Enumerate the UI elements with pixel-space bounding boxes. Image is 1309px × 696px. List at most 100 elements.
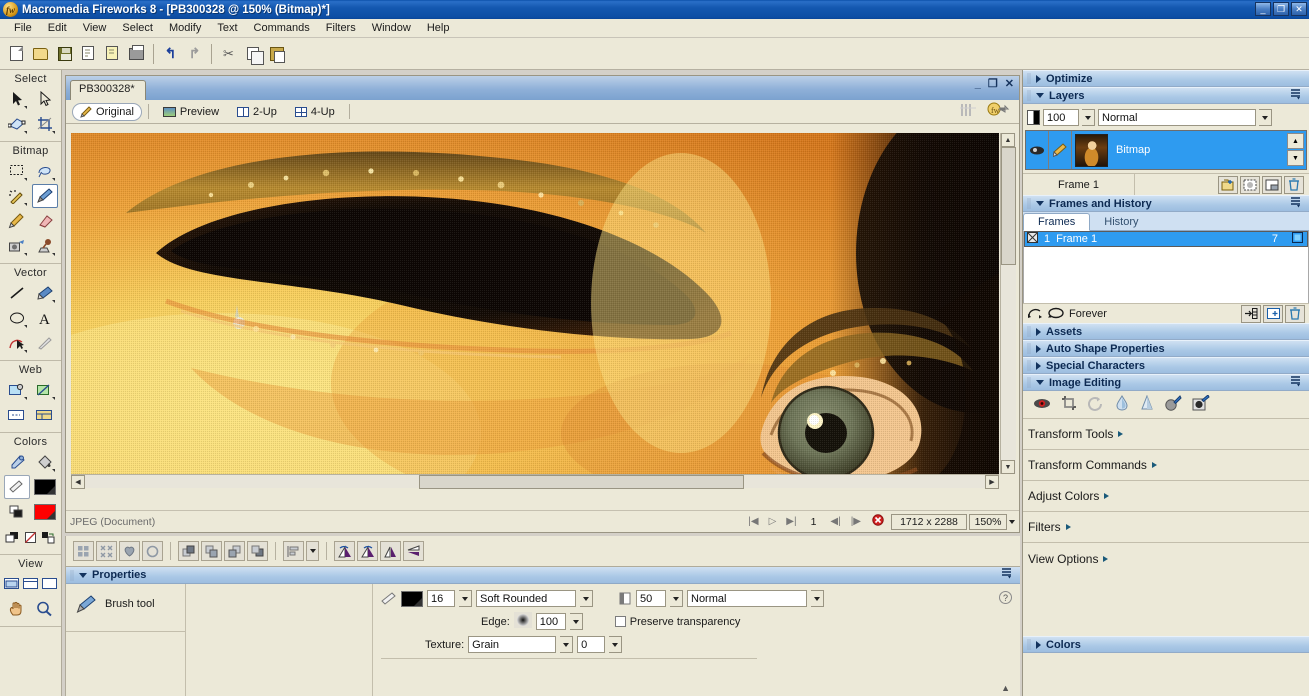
full-screen-menus-button[interactable] bbox=[22, 572, 40, 596]
first-frame-button[interactable]: |◀ bbox=[744, 516, 762, 527]
stroke-category-dropdown-arrow[interactable] bbox=[580, 590, 593, 607]
new-bitmap-image-button[interactable] bbox=[1262, 175, 1282, 194]
open-button[interactable] bbox=[29, 43, 52, 65]
crop-button[interactable] bbox=[1061, 395, 1077, 414]
menu-select[interactable]: Select bbox=[114, 20, 161, 36]
play-button[interactable]: ▷ bbox=[765, 516, 781, 527]
bring-to-front-button[interactable] bbox=[178, 541, 199, 561]
copy-button[interactable] bbox=[241, 43, 264, 65]
hide-slices-button[interactable] bbox=[4, 403, 30, 427]
no-fill-button[interactable] bbox=[23, 525, 39, 549]
adjust-colors-section[interactable]: Adjust Colors bbox=[1023, 481, 1309, 512]
horizontal-scroll-thumb[interactable] bbox=[419, 475, 744, 489]
stroke-category-select[interactable]: Soft Rounded bbox=[476, 590, 576, 607]
collapse-triangle-icon[interactable] bbox=[1036, 380, 1044, 385]
sharpen-button[interactable] bbox=[1140, 394, 1154, 414]
panel-options-icon[interactable] bbox=[1001, 568, 1014, 582]
align-menu-button[interactable] bbox=[306, 541, 319, 561]
ellipse-tool[interactable] bbox=[4, 306, 30, 330]
document-minimize-button[interactable]: _ bbox=[975, 79, 981, 90]
panel-special-characters-header[interactable]: Special Characters bbox=[1023, 357, 1309, 374]
bring-forward-button[interactable] bbox=[201, 541, 222, 561]
rotate-right-button[interactable] bbox=[357, 541, 378, 561]
frame-row[interactable]: 1 Frame 1 7 bbox=[1024, 231, 1308, 247]
fill-color-well[interactable] bbox=[32, 475, 58, 499]
brush-size-stepper[interactable] bbox=[459, 590, 472, 607]
zoom-dropdown-arrow-icon[interactable] bbox=[1009, 519, 1015, 524]
hand-tool[interactable] bbox=[4, 597, 30, 621]
texture-amount-stepper[interactable] bbox=[609, 636, 623, 653]
help-question-icon[interactable]: ? bbox=[999, 591, 1012, 604]
close-button[interactable]: ✕ bbox=[1291, 2, 1307, 16]
bitmap-canvas[interactable] bbox=[71, 133, 999, 474]
full-screen-button[interactable] bbox=[41, 572, 59, 596]
marquee-tool[interactable] bbox=[4, 159, 30, 183]
panel-colors-header[interactable]: Colors bbox=[1023, 636, 1309, 653]
pencil-tool[interactable] bbox=[4, 209, 30, 233]
freeform-tool[interactable] bbox=[4, 331, 30, 355]
print-button[interactable] bbox=[125, 43, 148, 65]
delete-frame-button[interactable] bbox=[1285, 304, 1305, 323]
layer-blend-mode-dropdown-arrow[interactable] bbox=[1259, 109, 1272, 126]
stop-animation-icon[interactable] bbox=[867, 514, 889, 529]
texture-dropdown-arrow[interactable] bbox=[560, 636, 574, 653]
pointer-tool[interactable] bbox=[4, 87, 30, 111]
panel-options-icon[interactable] bbox=[1290, 88, 1303, 103]
vertical-scroll-thumb[interactable] bbox=[1001, 147, 1016, 265]
red-eye-removal-button[interactable] bbox=[1033, 397, 1051, 413]
pen-tool[interactable] bbox=[32, 281, 58, 305]
hide-slices-toggle-icon[interactable] bbox=[959, 102, 977, 118]
texture-amount-input[interactable]: 0 bbox=[577, 636, 606, 653]
redo-button[interactable]: ↱ bbox=[183, 43, 206, 65]
replace-color-button[interactable] bbox=[1087, 396, 1104, 414]
last-frame-button[interactable]: ▶| bbox=[782, 516, 800, 527]
join-button[interactable] bbox=[119, 541, 140, 561]
menu-edit[interactable]: Edit bbox=[40, 20, 75, 36]
expand-triangle-icon[interactable] bbox=[1036, 344, 1041, 353]
import-button[interactable] bbox=[77, 43, 100, 65]
gif-animation-icon[interactable]: fw bbox=[987, 102, 1013, 118]
knife-tool[interactable] bbox=[32, 331, 58, 355]
tab-4up[interactable]: 4-Up bbox=[287, 103, 343, 121]
show-slices-button[interactable] bbox=[32, 403, 58, 427]
menu-file[interactable]: File bbox=[6, 20, 40, 36]
save-button[interactable] bbox=[53, 43, 76, 65]
loop-setting-label[interactable]: Forever bbox=[1069, 308, 1107, 320]
filters-section[interactable]: Filters bbox=[1023, 512, 1309, 543]
current-frame-number[interactable]: 1 bbox=[803, 516, 825, 528]
expand-triangle-icon[interactable] bbox=[1036, 640, 1041, 649]
restore-button[interactable]: ❐ bbox=[1273, 2, 1289, 16]
onion-skin-icon[interactable] bbox=[1292, 232, 1307, 246]
standard-screen-mode-button[interactable] bbox=[3, 572, 21, 596]
gif-loop-icon[interactable] bbox=[1047, 306, 1065, 322]
edge-input[interactable]: 100 bbox=[535, 613, 566, 630]
scroll-down-icon[interactable]: ▼ bbox=[1287, 150, 1304, 166]
document-close-button[interactable]: ✕ bbox=[1005, 79, 1014, 90]
onion-skinning-icon[interactable] bbox=[1027, 306, 1043, 322]
undo-button[interactable]: ↰ bbox=[159, 43, 182, 65]
scroll-left-arrow[interactable]: ◀ bbox=[71, 475, 85, 489]
document-tab[interactable]: PB300328* bbox=[70, 80, 146, 100]
group-button[interactable] bbox=[73, 541, 94, 561]
flip-horizontal-button[interactable] bbox=[380, 541, 401, 561]
hotspot-tool[interactable] bbox=[4, 378, 30, 402]
rubber-stamp-tool[interactable] bbox=[32, 234, 58, 258]
layer-opacity-stepper[interactable] bbox=[1082, 109, 1095, 126]
lasso-tool[interactable] bbox=[32, 159, 58, 183]
tab-frames[interactable]: Frames bbox=[1023, 213, 1091, 231]
tab-original[interactable]: Original bbox=[72, 102, 142, 121]
layer-visibility-toggle[interactable] bbox=[1026, 131, 1048, 169]
ungroup-button[interactable] bbox=[96, 541, 117, 561]
magic-wand-tool[interactable] bbox=[4, 184, 30, 208]
menu-text[interactable]: Text bbox=[209, 20, 245, 36]
blur-tool[interactable] bbox=[4, 234, 30, 258]
collapse-triangle-icon[interactable] bbox=[1036, 201, 1044, 206]
scroll-down-arrow[interactable]: ▼ bbox=[1001, 460, 1015, 474]
blur-button[interactable] bbox=[1114, 395, 1130, 414]
transform-commands-section[interactable]: Transform Commands bbox=[1023, 450, 1309, 481]
new-frame-button[interactable] bbox=[1263, 304, 1283, 323]
scroll-up-arrow[interactable]: ▲ bbox=[1001, 133, 1015, 147]
expand-triangle-icon[interactable] bbox=[1036, 74, 1041, 83]
menu-filters[interactable]: Filters bbox=[318, 20, 364, 36]
panel-options-icon[interactable] bbox=[1290, 196, 1303, 211]
